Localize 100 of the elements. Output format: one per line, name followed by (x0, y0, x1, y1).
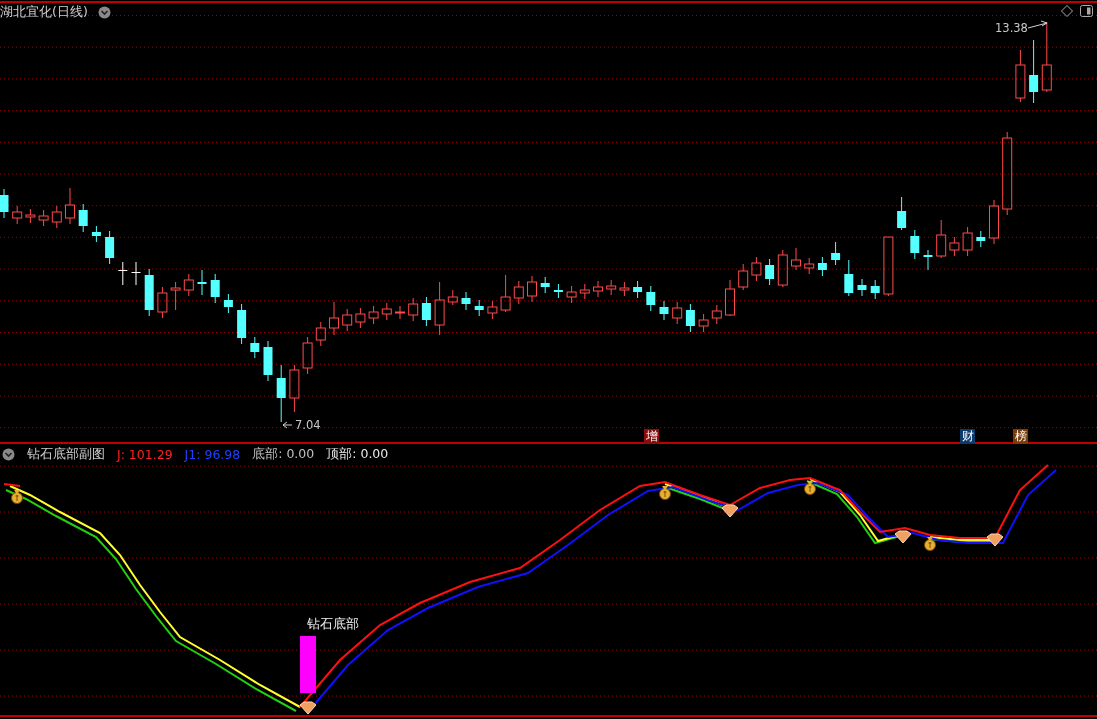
candlestick (487, 300, 498, 320)
candlestick (263, 340, 273, 382)
candlestick (0, 188, 9, 219)
candlestick (500, 274, 511, 313)
candlestick (936, 219, 947, 259)
diamond-outline-icon[interactable] (1061, 5, 1073, 17)
candlestick (78, 203, 88, 233)
candlestick (949, 236, 960, 257)
diamond-icon (894, 530, 912, 544)
event-marker[interactable]: 增 (644, 429, 659, 444)
candlestick (131, 261, 141, 286)
diamond-icon (721, 504, 739, 518)
candlestick (25, 208, 36, 224)
candlestick (315, 321, 326, 347)
candlestick (329, 301, 339, 336)
candlestick (183, 273, 194, 297)
candlestick (105, 230, 115, 265)
candlestick (725, 279, 735, 317)
diamond-icon (299, 701, 317, 715)
candlestick (355, 307, 366, 329)
event-marker[interactable]: 榜 (1013, 429, 1028, 444)
price-label: 7.04 (295, 418, 321, 432)
candlestick (777, 249, 788, 288)
candlestick (685, 303, 695, 333)
indicator-reading: J: 101.29 (117, 446, 173, 462)
money-bag-icon (804, 481, 816, 495)
candlestick (1041, 21, 1052, 93)
candlestick (38, 209, 49, 227)
candlestick (289, 364, 300, 413)
candlestick (434, 281, 445, 336)
candlestick (751, 256, 762, 282)
candlestick (711, 304, 722, 325)
candlestick (1015, 49, 1026, 103)
candlestick (738, 263, 749, 291)
candlestick (395, 305, 405, 320)
candlestick (157, 286, 168, 319)
candlestick (461, 291, 471, 311)
candlestick (989, 199, 999, 245)
money-bag-icon (11, 490, 23, 504)
leader-line (282, 421, 293, 429)
candlestick (527, 275, 537, 303)
candlestick (342, 308, 353, 332)
candlestick (1029, 39, 1039, 104)
leader-line (1027, 20, 1048, 29)
chevron-down-icon[interactable] (97, 5, 111, 19)
candlestick (223, 293, 233, 314)
chart-title: 湖北宜化(日线) (0, 3, 88, 21)
candlestick (302, 336, 313, 375)
candlestick (276, 364, 286, 423)
candlestick (698, 313, 709, 333)
candlestick (447, 289, 458, 306)
candlestick (765, 258, 775, 286)
candlestick (421, 296, 431, 327)
candlestick (540, 276, 550, 294)
candlestick (606, 279, 617, 296)
indicator-title: 钻石底部副图 (27, 445, 105, 463)
candlestick (870, 279, 880, 300)
candlestick (897, 196, 907, 231)
candlestick (593, 280, 603, 298)
candlestick (408, 297, 419, 322)
candlestick (51, 205, 62, 229)
candlestick (566, 285, 577, 304)
chevron-down-icon[interactable] (2, 447, 15, 461)
candlestick (91, 225, 101, 243)
indicator-reading: 顶部: 0.00 (326, 445, 389, 463)
money-bag-icon (924, 537, 936, 551)
candlestick (118, 261, 128, 286)
candlestick (381, 302, 392, 321)
candlestick (65, 187, 75, 225)
candlestick (619, 281, 630, 297)
candlestick (12, 205, 23, 225)
candlestick (633, 280, 643, 299)
candlestick (553, 283, 563, 299)
candlestick (883, 236, 894, 297)
event-marker[interactable]: 财 (960, 429, 975, 444)
panel-toggle-icon[interactable] (1080, 5, 1093, 17)
money-bag-icon (659, 486, 671, 500)
indicator-reading: J1: 96.98 (184, 446, 241, 462)
candlestick (976, 230, 986, 248)
candlestick (579, 283, 590, 300)
candlestick (197, 269, 207, 296)
candlestick (513, 280, 524, 305)
candlestick (791, 247, 801, 271)
candlestick (474, 299, 484, 317)
candlestick (910, 229, 920, 260)
candlestick (817, 256, 827, 277)
candlestick (170, 281, 181, 311)
candlestick (672, 301, 683, 325)
candlestick (250, 336, 260, 359)
candlestick (646, 285, 656, 312)
candlestick (237, 303, 247, 345)
candlestick (831, 241, 841, 266)
signal-bar (300, 636, 316, 693)
candlestick (923, 249, 933, 271)
price-label: 13.38 (995, 21, 1028, 35)
candlestick (144, 268, 154, 317)
diamond-icon (986, 533, 1004, 547)
indicator-reading: 底部: 0.00 (252, 445, 315, 463)
candlestick (857, 278, 867, 297)
candlestick (659, 300, 669, 321)
